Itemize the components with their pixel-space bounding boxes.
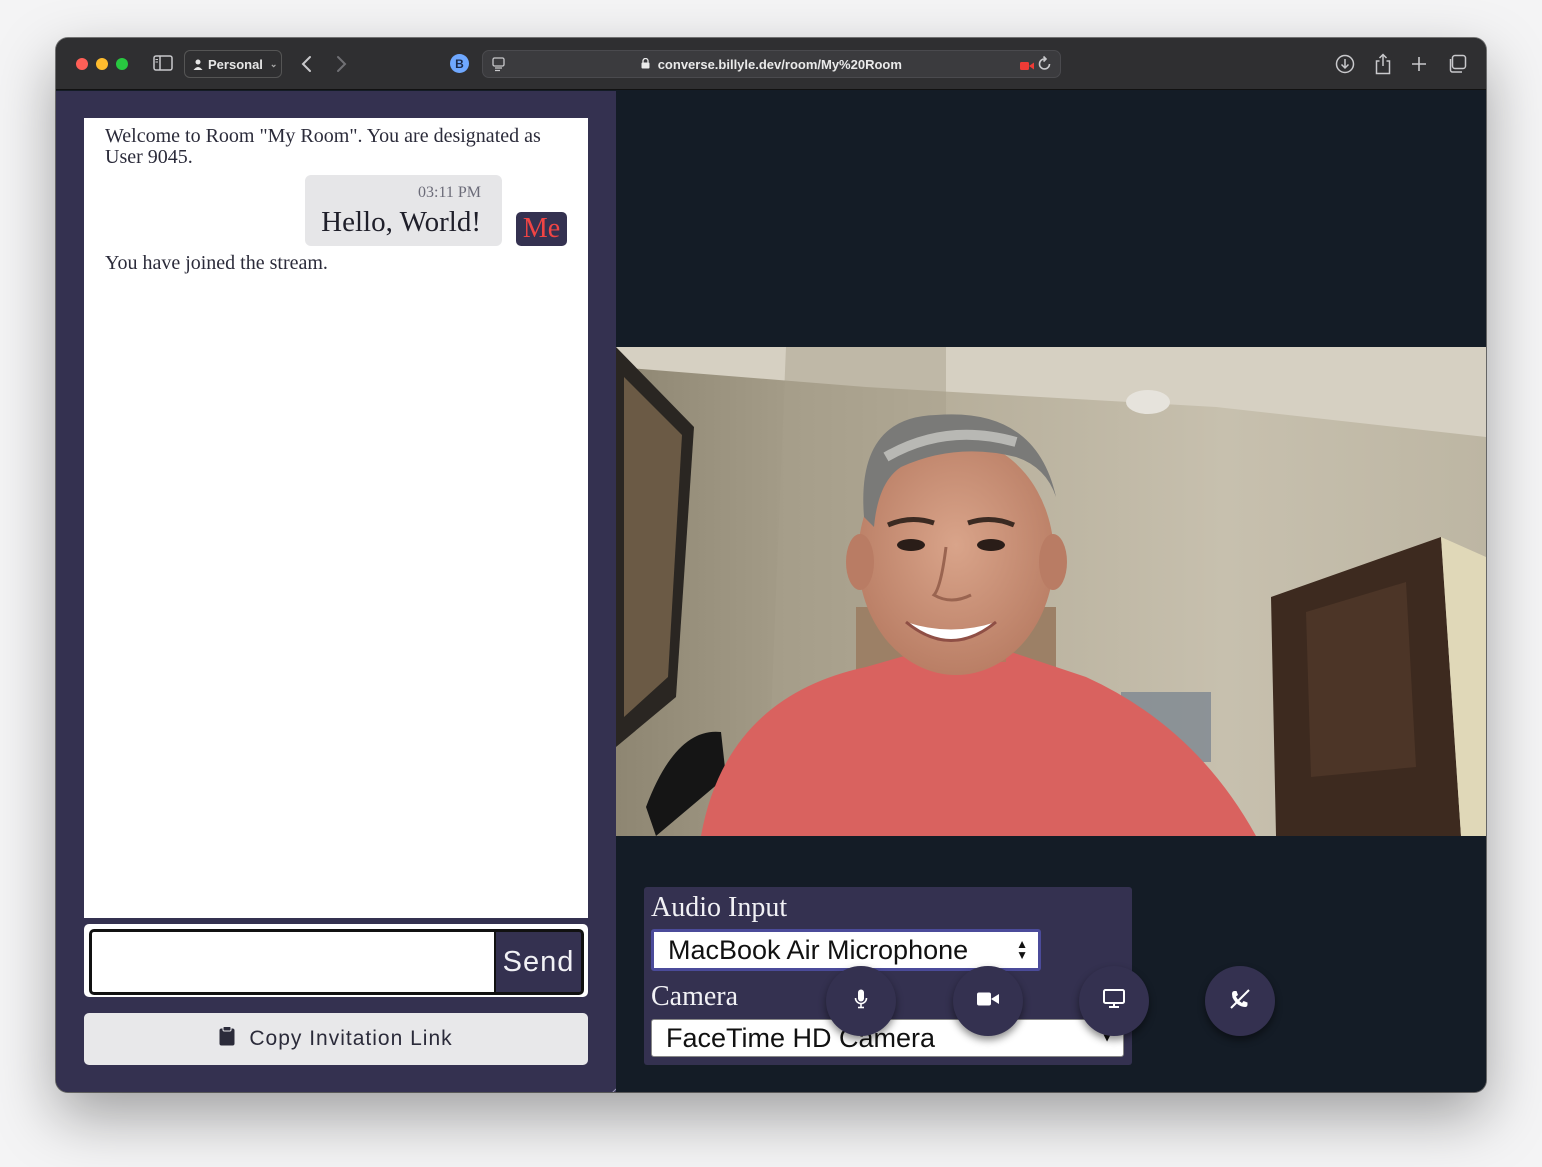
address-bar[interactable]: converse.billyle.dev/room/My%20Room — [482, 50, 1061, 78]
zoom-window-button[interactable] — [116, 58, 128, 70]
camera-recording-icon[interactable] — [1020, 58, 1034, 70]
local-video-feed — [616, 347, 1486, 836]
message-text: Hello, World! — [321, 206, 481, 238]
back-arrow-icon[interactable] — [296, 52, 316, 76]
share-screen-button[interactable] — [1079, 966, 1149, 1036]
video-stage: Audio Input MacBook Air Microphone ▲ ▼ Ca… — [616, 91, 1486, 1092]
forward-arrow-icon[interactable] — [332, 52, 352, 76]
copy-invitation-link-label: Copy Invitation Link — [249, 1027, 453, 1050]
reload-icon[interactable] — [1038, 55, 1054, 73]
message-composer: Send — [84, 924, 588, 997]
share-icon[interactable] — [1372, 52, 1394, 76]
tab-overview-icon[interactable] — [1446, 52, 1468, 76]
close-window-button[interactable] — [76, 58, 88, 70]
person-icon — [193, 59, 203, 70]
download-icon[interactable] — [1334, 52, 1356, 76]
chevron-down-icon: ⌄ — [269, 58, 278, 69]
toggle-microphone-button[interactable] — [826, 966, 896, 1036]
toggle-camera-button[interactable] — [953, 966, 1023, 1036]
audio-input-select[interactable]: MacBook Air Microphone ▲ ▼ — [651, 929, 1041, 971]
camera-label: Camera — [651, 981, 739, 1012]
video-camera-icon — [977, 992, 999, 1011]
url-text: converse.billyle.dev/room/My%20Room — [657, 57, 902, 72]
page-content: Welcome to Room "My Room". You are desig… — [56, 91, 1486, 1092]
sidebar-toggle-icon[interactable] — [152, 54, 174, 72]
welcome-message: Welcome to Room "My Room". You are desig… — [105, 125, 541, 168]
monitor-icon — [1103, 989, 1125, 1013]
clipboard-icon — [219, 1026, 235, 1052]
profile-label: Personal — [208, 56, 263, 72]
hangup-icon — [1229, 988, 1251, 1015]
minimize-window-button[interactable] — [96, 58, 108, 70]
message-timestamp: 03:11 PM — [418, 184, 481, 201]
copy-invitation-link-button[interactable]: Copy Invitation Link — [84, 1013, 588, 1065]
microphone-icon — [854, 989, 868, 1014]
send-button[interactable]: Send — [494, 929, 584, 995]
extension-icon[interactable]: B — [450, 54, 469, 73]
message-input[interactable] — [89, 929, 494, 995]
sender-badge: Me — [516, 212, 567, 246]
new-tab-plus-icon[interactable] — [1408, 52, 1430, 76]
audio-input-label: Audio Input — [651, 892, 788, 923]
hang-up-button[interactable] — [1205, 966, 1275, 1036]
lock-icon — [641, 57, 650, 72]
chat-message-bubble: 03:11 PM Hello, World! — [305, 175, 502, 246]
device-settings-panel: Audio Input MacBook Air Microphone ▲ ▼ Ca… — [644, 887, 1132, 1065]
camera-select[interactable]: FaceTime HD Camera ▼ — [651, 1019, 1124, 1057]
chat-log[interactable]: Welcome to Room "My Room". You are desig… — [84, 118, 588, 918]
profile-switcher[interactable]: Personal ⌄ — [184, 50, 282, 78]
camera-value: FaceTime HD Camera — [666, 1022, 936, 1053]
select-arrows-icon: ▲ ▼ — [1016, 937, 1028, 962]
audio-input-value: MacBook Air Microphone — [668, 934, 969, 965]
joined-message: You have joined the stream. — [105, 252, 328, 274]
browser-window: Personal ⌄ B converse.billyle.dev/room/M… — [56, 38, 1486, 1092]
resize-grip-icon[interactable] — [608, 1083, 617, 1092]
browser-toolbar: Personal ⌄ B converse.billyle.dev/room/M… — [56, 38, 1486, 90]
chat-sidebar: Welcome to Room "My Room". You are desig… — [56, 91, 617, 1092]
